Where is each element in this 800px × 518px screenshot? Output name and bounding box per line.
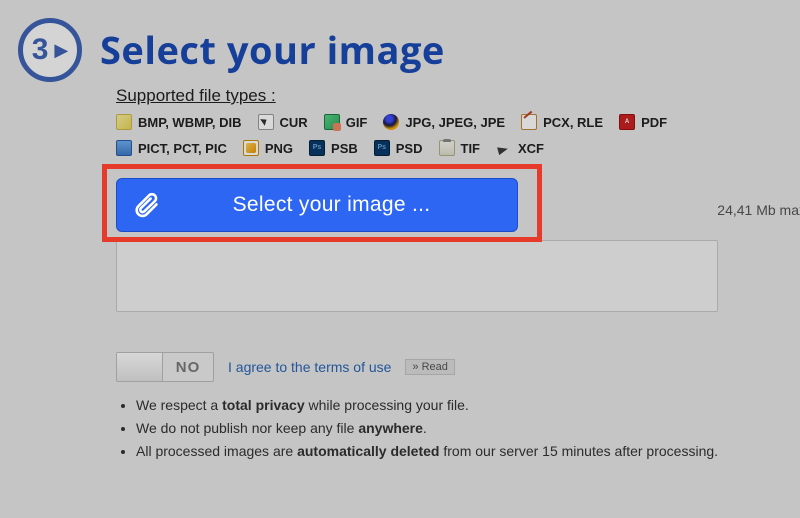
file-type-bmp: BMP, WBMP, DIB: [116, 114, 242, 130]
paperclip-icon: [117, 191, 176, 219]
file-type-cur: CUR: [258, 114, 308, 130]
file-type-label: BMP, WBMP, DIB: [138, 115, 242, 130]
terms-row: NO I agree to the terms of use » Read: [116, 352, 770, 382]
text-bold: anywhere: [358, 420, 423, 436]
pdf-icon: A: [619, 114, 635, 130]
xcf-icon: [496, 140, 512, 156]
file-type-label: JPG, JPEG, JPE: [405, 115, 505, 130]
text: while processing your file.: [305, 397, 469, 413]
file-type-label: PNG: [265, 141, 293, 156]
file-type-list: BMP, WBMP, DIB CUR GIF JPG, JPEG, JPE PCX, R…: [116, 114, 770, 156]
terms-link[interactable]: I agree to the terms of use: [228, 359, 391, 375]
file-type-pict: PICT, PCT, PIC: [116, 140, 227, 156]
step-number: 3: [32, 35, 49, 65]
content-column: Supported file types : BMP, WBMP, DIB CUR…: [116, 86, 770, 461]
psb-icon: Ps: [309, 140, 325, 156]
file-type-label: PDF: [641, 115, 667, 130]
toggle-state-label: NO: [163, 359, 213, 376]
terms-toggle[interactable]: NO: [116, 352, 214, 382]
supported-types-label: Supported file types :: [116, 86, 770, 106]
file-type-psd: Ps PSD: [374, 140, 423, 156]
upload-zone: Select your image ... 24,41 Mb max: [116, 178, 716, 312]
gif-icon: [324, 114, 340, 130]
file-type-jpg: JPG, JPEG, JPE: [383, 114, 505, 130]
file-type-label: PSD: [396, 141, 423, 156]
cur-icon: [258, 114, 274, 130]
text: We respect a: [136, 397, 222, 413]
bmp-icon: [116, 114, 132, 130]
text-bold: total privacy: [222, 397, 304, 413]
file-type-label: XCF: [518, 141, 544, 156]
file-type-label: PSB: [331, 141, 358, 156]
file-type-pcx: PCX, RLE: [521, 114, 603, 130]
file-type-gif: GIF: [324, 114, 368, 130]
file-type-xcf: XCF: [496, 140, 544, 156]
list-item: We do not publish nor keep any file anyw…: [136, 419, 756, 438]
png-icon: [243, 140, 259, 156]
page-root: 3 ▶ Select your image Supported file typ…: [0, 0, 800, 518]
toggle-knob: [117, 353, 163, 381]
privacy-notes: We respect a total privacy while process…: [136, 396, 756, 461]
list-item: All processed images are automatically d…: [136, 442, 756, 461]
text-bold: automatically deleted: [297, 443, 439, 459]
jpg-icon: [383, 114, 399, 130]
text: .: [423, 420, 427, 436]
file-type-psb: Ps PSB: [309, 140, 358, 156]
text: All processed images are: [136, 443, 297, 459]
play-arrow-icon: ▶: [54, 41, 68, 59]
page-title: Select your image: [100, 24, 445, 76]
select-image-button-label: Select your image ...: [176, 193, 517, 217]
file-type-label: TIF: [461, 141, 481, 156]
section-header: 3 ▶ Select your image: [18, 18, 770, 82]
psd-icon: Ps: [374, 140, 390, 156]
pcx-icon: [521, 114, 537, 130]
file-type-tif: TIF: [439, 140, 481, 156]
file-type-label: CUR: [280, 115, 308, 130]
file-type-label: PCX, RLE: [543, 115, 603, 130]
text: We do not publish nor keep any file: [136, 420, 358, 436]
file-type-pdf: A PDF: [619, 114, 667, 130]
read-terms-button[interactable]: » Read: [405, 359, 454, 375]
step-badge: 3 ▶: [18, 18, 82, 82]
drop-area[interactable]: [116, 240, 718, 312]
pict-icon: [116, 140, 132, 156]
file-type-label: GIF: [346, 115, 368, 130]
select-image-button[interactable]: Select your image ...: [116, 178, 518, 232]
max-size-label: 24,41 Mb max: [717, 202, 800, 218]
text: from our server 15 minutes after process…: [439, 443, 718, 459]
list-item: We respect a total privacy while process…: [136, 396, 756, 415]
file-type-png: PNG: [243, 140, 293, 156]
tif-icon: [439, 140, 455, 156]
file-type-label: PICT, PCT, PIC: [138, 141, 227, 156]
